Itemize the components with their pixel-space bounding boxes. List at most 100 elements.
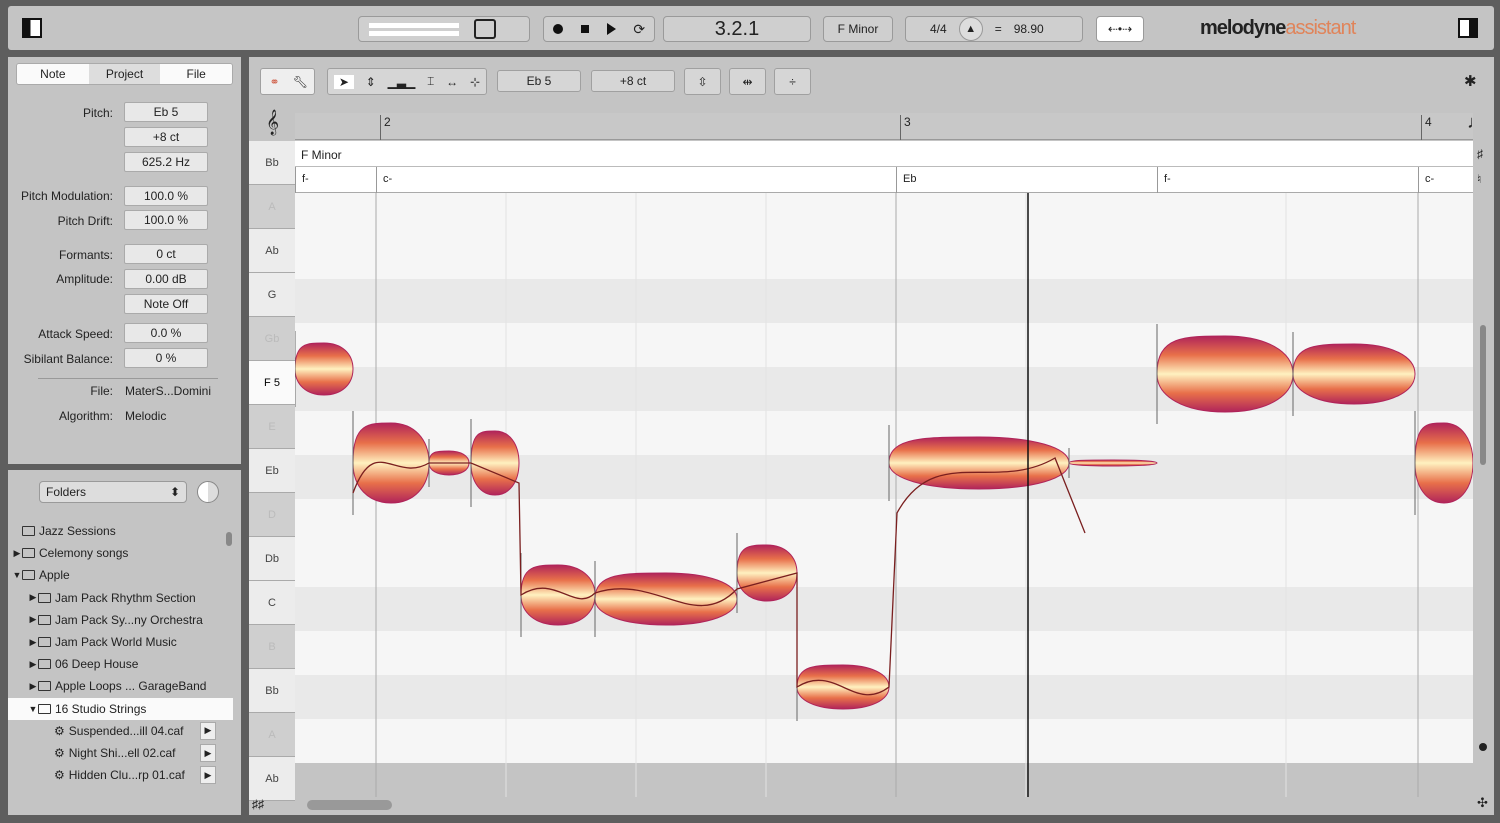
folder-item[interactable]: ▼ 16 Studio Strings: [8, 697, 233, 720]
panel-toggle-icon[interactable]: [1458, 18, 1478, 38]
browser-options-icon[interactable]: [197, 481, 219, 503]
clef-icon[interactable]: 𝄞: [266, 109, 279, 135]
preview-play-icon[interactable]: ▶: [200, 744, 216, 762]
preview-play-icon[interactable]: ▶: [200, 721, 216, 740]
tempo-detect-icon[interactable]: ⇠•⇢: [1096, 16, 1144, 42]
browser-scrollbar[interactable]: [226, 532, 232, 546]
sidebar-toggle-icon[interactable]: [22, 18, 42, 38]
note-off-button[interactable]: Note Off: [124, 294, 208, 314]
volume-slider[interactable]: [474, 19, 496, 39]
sharp-flat-icon[interactable]: ♯♯: [252, 797, 264, 811]
pitch-label[interactable]: A: [249, 185, 295, 229]
pitch-drift-field[interactable]: 100.0 %: [124, 210, 208, 230]
quantize-time-icon[interactable]: ⇹: [729, 68, 766, 95]
chord-4[interactable]: c-: [1418, 167, 1473, 193]
file-item[interactable]: ⚙ Night Shi...ell 02.caf ▶: [8, 742, 233, 764]
vertical-scrollbar[interactable]: [1480, 325, 1486, 465]
folder-item[interactable]: ▼ Apple: [8, 564, 233, 586]
disclosure-arrow-icon[interactable]: ▼: [28, 704, 38, 714]
disclosure-arrow-icon[interactable]: ▶: [28, 592, 38, 603]
separation-tool-icon[interactable]: ⊹: [470, 75, 480, 89]
disclosure-arrow-icon[interactable]: ▼: [12, 570, 22, 580]
chord-0[interactable]: f-: [295, 167, 376, 193]
chord-3[interactable]: f-: [1157, 167, 1418, 193]
overview-scrollbar[interactable]: [307, 800, 392, 810]
grid-svg[interactable]: [295, 193, 1473, 797]
time-tool-icon[interactable]: ↔: [446, 75, 458, 89]
folder-item[interactable]: ▶ Apple Loops ... GarageBand: [8, 675, 233, 697]
disclosure-arrow-icon[interactable]: ▶: [12, 548, 22, 559]
pitch-label[interactable]: Gb: [249, 317, 295, 361]
file-item[interactable]: ⚙ Hidden Clu...rp 01.caf ▶: [8, 764, 233, 786]
wrench-icon[interactable]: 🔧︎: [288, 75, 314, 89]
position-display[interactable]: 3.2.1: [663, 16, 811, 42]
play-icon[interactable]: [606, 23, 616, 35]
disclosure-arrow-icon[interactable]: ▶: [28, 614, 38, 625]
settings-gear-icon[interactable]: ✱: [1464, 72, 1477, 90]
pitch-label[interactable]: Ab: [249, 757, 295, 801]
pitch-label[interactable]: Ab: [249, 229, 295, 273]
file-item[interactable]: ⚙ Suspended...ill 04.caf ▶: [8, 720, 233, 742]
folder-item[interactable]: ▶ Jam Pack Rhythm Section: [8, 587, 233, 609]
metronome-icon[interactable]: ▲: [958, 17, 983, 41]
folder-item[interactable]: ▶ Celemony songs: [8, 542, 233, 564]
pitch-field[interactable]: Eb 5: [124, 102, 208, 122]
amplitude-field[interactable]: 0.00 dB: [124, 269, 208, 289]
disclosure-arrow-icon[interactable]: ▶: [28, 637, 38, 648]
attack-field[interactable]: 0.0 %: [124, 323, 208, 343]
tab-file[interactable]: File: [160, 64, 232, 84]
folder-item[interactable]: ▶ Jam Pack World Music: [8, 631, 233, 653]
pitch-label[interactable]: Bb: [249, 669, 295, 713]
pitch-cents-field[interactable]: +8 ct: [124, 127, 208, 147]
pitch-label[interactable]: Db: [249, 537, 295, 581]
pitch-label[interactable]: G: [249, 273, 295, 317]
blobs-icon[interactable]: ⚭: [262, 75, 288, 89]
volume-meter[interactable]: [358, 16, 530, 42]
pitch-label[interactable]: A: [249, 713, 295, 757]
scale-lane[interactable]: F Minor: [295, 141, 1473, 167]
chord-toggle-icon[interactable]: ♮: [1477, 172, 1481, 186]
pitch-hz-field[interactable]: 625.2 Hz: [124, 152, 208, 172]
pitch-label[interactable]: B: [249, 625, 295, 669]
disclosure-arrow-icon[interactable]: ▶: [28, 681, 38, 692]
zoom-slider-vertical[interactable]: [1479, 743, 1487, 751]
pitch-ruler[interactable]: Bb A Ab G Gb F 5 E Eb D Db C B Bb A Ab: [249, 141, 295, 801]
pitch-tool-icon[interactable]: ⇕: [366, 75, 376, 89]
chord-1[interactable]: c-: [376, 167, 896, 193]
tempo-value[interactable]: 98.90: [1014, 22, 1044, 36]
cents-display[interactable]: +8 ct: [591, 70, 675, 92]
record-icon[interactable]: [552, 24, 563, 34]
ruler[interactable]: 2 3 4: [295, 113, 1473, 140]
quantize-pitch-icon[interactable]: ⇳: [684, 68, 721, 95]
folder-item[interactable]: Jazz Sessions: [8, 520, 233, 542]
folder-item[interactable]: ▶ Jam Pack Sy...ny Orchestra: [8, 609, 233, 631]
pitch-label[interactable]: F 5: [249, 361, 295, 405]
compress-icon[interactable]: ÷: [774, 68, 811, 95]
browser-selector[interactable]: Folders ⬍: [39, 481, 187, 503]
folder-item[interactable]: ▶ 06 Deep House: [8, 653, 233, 675]
pitch-label[interactable]: Eb: [249, 449, 295, 493]
note-grid[interactable]: [295, 193, 1473, 797]
stop-icon[interactable]: [580, 25, 589, 33]
tab-project[interactable]: Project: [88, 64, 161, 84]
tempo-display[interactable]: 4/4 ▲ = 98.90: [905, 16, 1083, 42]
pitch-label[interactable]: C: [249, 581, 295, 625]
pitch-display[interactable]: Eb 5: [497, 70, 581, 92]
pitch-label[interactable]: Bb: [249, 141, 295, 185]
scale-toggle-icon[interactable]: ♯: [1477, 147, 1483, 161]
sibilant-field[interactable]: 0 %: [124, 348, 208, 368]
zoom-corner-icon[interactable]: ✣: [1477, 795, 1488, 811]
key-display[interactable]: F Minor: [823, 16, 893, 42]
disclosure-arrow-icon[interactable]: ▶: [28, 659, 38, 670]
pitch-mod-field[interactable]: 100.0 %: [124, 186, 208, 206]
chord-2[interactable]: Eb: [896, 167, 1157, 193]
loop-icon[interactable]: ⟳: [633, 21, 645, 38]
note-length-icon[interactable]: ♩: [1467, 112, 1485, 133]
tab-note[interactable]: Note: [17, 64, 89, 84]
preview-play-icon[interactable]: ▶: [200, 766, 216, 785]
pitch-label[interactable]: D: [249, 493, 295, 537]
amplitude-tool-icon[interactable]: ⌶: [427, 74, 434, 89]
formant-tool-icon[interactable]: ▁▃▁: [388, 75, 416, 89]
pointer-tool-icon[interactable]: ➤: [333, 74, 354, 89]
time-signature[interactable]: 4/4: [930, 22, 947, 36]
